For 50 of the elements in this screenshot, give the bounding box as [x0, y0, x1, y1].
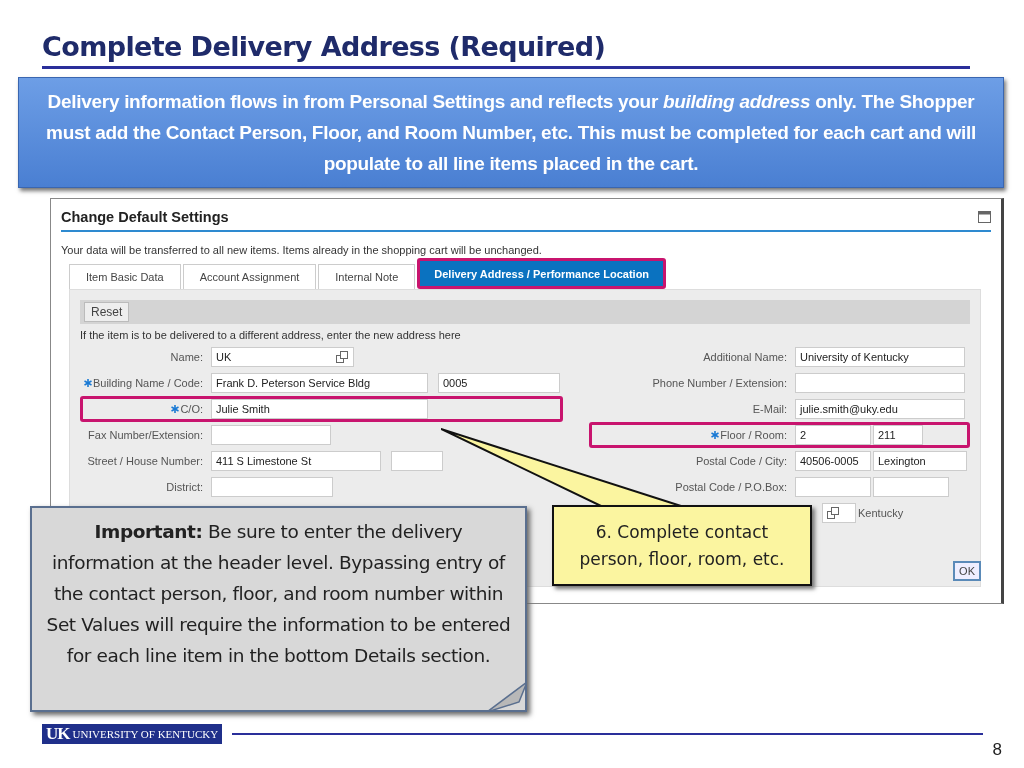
- input-field[interactable]: [795, 477, 871, 497]
- field-label: C/O:: [180, 403, 203, 415]
- callout-box: 6. Complete contact person, floor, room, etc.: [552, 505, 812, 586]
- input-field[interactable]: 411 S Limestone St: [211, 451, 381, 471]
- input-field[interactable]: [822, 503, 856, 523]
- instruction-text: If the item is to be delivered to a different address, enter the new address here: [80, 329, 462, 341]
- dialog-title: Change Default Settings: [61, 209, 229, 225]
- input-field[interactable]: UK: [211, 347, 354, 367]
- input-field[interactable]: [795, 373, 965, 393]
- field-label: Building Name / Code:: [92, 377, 203, 389]
- tab[interactable]: Item Basic Data: [69, 264, 181, 289]
- input-field[interactable]: 40506-0005: [795, 451, 871, 471]
- field-label: Postal Code / P.O.Box:: [675, 481, 787, 493]
- input-field[interactable]: 2: [795, 425, 871, 445]
- tab[interactable]: Delivery Address / Performance Location: [417, 258, 667, 289]
- input-field[interactable]: [211, 477, 333, 497]
- field-label: Street / House Number:: [87, 455, 203, 467]
- value-help-icon[interactable]: [336, 351, 349, 363]
- slide-title: Complete Delivery Address (Required): [42, 30, 606, 64]
- input-field[interactable]: Julie Smith: [211, 399, 428, 419]
- field-label: Fax Number/Extension:: [88, 429, 203, 441]
- input-field[interactable]: [873, 477, 949, 497]
- input-field[interactable]: [211, 425, 331, 445]
- field-label: E-Mail:: [752, 403, 787, 415]
- input-field[interactable]: University of Kentucky: [795, 347, 965, 367]
- field-label: Name:: [170, 351, 203, 363]
- tab[interactable]: Account Assignment: [182, 264, 317, 289]
- reset-button[interactable]: Reset: [84, 302, 130, 322]
- value-help-icon[interactable]: [827, 507, 840, 519]
- tab[interactable]: Internal Note: [318, 264, 416, 289]
- dialog-note: Your data will be transferred to all new items. Items already in the shopping cart will be unchanged.: [61, 244, 543, 256]
- field-label: Phone Number / Extension:: [652, 377, 787, 389]
- input-field[interactable]: Frank D. Peterson Service Bldg: [211, 373, 428, 393]
- logo-name: UNIVERSITY OF KENTUCKY: [72, 728, 219, 740]
- field-label: District:: [166, 481, 203, 493]
- field-label: Additional Name:: [703, 351, 787, 363]
- important-note: Important: Be sure to enter the delivery information at the header level. Bypassing entry of the contact person, floor, and room number within Set Values will require the information to be entered for each line item in the bottom Details section.: [45, 520, 512, 668]
- input-field[interactable]: [391, 451, 443, 471]
- region-text: Kentucky: [858, 507, 904, 519]
- input-field[interactable]: julie.smith@uky.edu: [795, 399, 965, 419]
- logo-mark: UK: [46, 724, 70, 744]
- page-number: 8: [992, 740, 1002, 760]
- ok-button[interactable]: OK: [953, 561, 981, 581]
- field-label: Postal Code / City:: [695, 455, 787, 467]
- input-field[interactable]: 211: [873, 425, 923, 445]
- field-label: Floor / Room:: [720, 429, 787, 441]
- info-banner: Delivery information flows in from Personal Settings and reflects your building address only. The Shopper must add the Contact Person, Floor, and Room Number, etc. This must be completed for each cart and will populate to all line items placed in the cart.: [18, 77, 1004, 188]
- input-field[interactable]: 0005: [438, 373, 560, 393]
- input-field[interactable]: Lexington: [873, 451, 967, 471]
- maximize-icon[interactable]: [978, 211, 991, 223]
